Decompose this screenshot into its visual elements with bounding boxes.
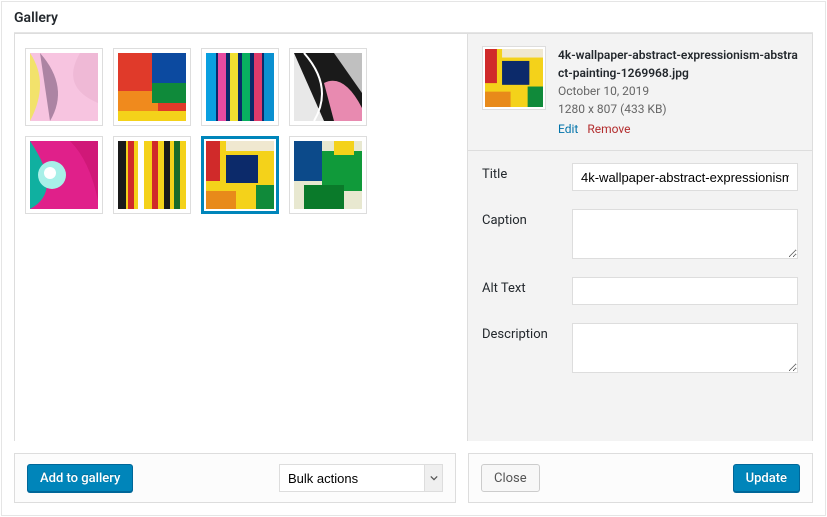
panel-body: 4k-wallpaper-abstract-expressionism-abst…: [14, 32, 813, 441]
thumbnail-2[interactable]: [113, 48, 191, 126]
thumbnail-4[interactable]: [289, 48, 367, 126]
panel-footer: Add to gallery Bulk actions Close Update: [2, 441, 825, 515]
upload-date: October 10, 2019: [558, 82, 798, 100]
thumbnail-5[interactable]: [25, 136, 103, 214]
title-label: Title: [482, 163, 562, 182]
add-to-gallery-button[interactable]: Add to gallery: [27, 464, 133, 492]
details-fields: Title Caption Alt Text Description: [468, 150, 812, 385]
bulk-actions-select[interactable]: Bulk actions: [279, 464, 443, 492]
alt-input[interactable]: [572, 277, 798, 305]
thumbnail-grid: [15, 44, 457, 218]
bulk-actions-wrapper: Bulk actions: [279, 464, 443, 492]
footer-right: Close Update: [468, 453, 813, 503]
alt-label: Alt Text: [482, 277, 562, 296]
edit-link[interactable]: Edit: [558, 122, 578, 136]
title-input[interactable]: [572, 163, 798, 191]
thumbnail-3[interactable]: [201, 48, 279, 126]
details-info: 4k-wallpaper-abstract-expressionism-abst…: [558, 46, 798, 138]
gallery-column: [14, 33, 468, 441]
filename: 4k-wallpaper-abstract-expressionism-abst…: [558, 46, 798, 82]
panel-title: Gallery: [2, 2, 825, 32]
caption-label: Caption: [482, 209, 562, 228]
details-column: 4k-wallpaper-abstract-expressionism-abst…: [468, 33, 813, 441]
close-button[interactable]: Close: [481, 464, 540, 492]
thumbnail-1[interactable]: [25, 48, 103, 126]
details-header: 4k-wallpaper-abstract-expressionism-abst…: [468, 34, 812, 150]
description-input[interactable]: [572, 323, 798, 373]
thumbnail-6[interactable]: [113, 136, 191, 214]
description-label: Description: [482, 323, 562, 342]
caption-input[interactable]: [572, 209, 798, 259]
remove-link[interactable]: Remove: [587, 122, 630, 136]
update-button[interactable]: Update: [733, 464, 800, 492]
footer-left: Add to gallery Bulk actions: [14, 453, 456, 503]
thumbnail-8[interactable]: [289, 136, 367, 214]
gallery-panel: Gallery 4k-wallpaper-abstract-expression…: [1, 1, 826, 516]
dimensions: 1280 x 807 (433 KB): [558, 100, 798, 118]
thumbnail-7-selected[interactable]: [201, 136, 279, 214]
details-thumbnail: [482, 46, 546, 110]
